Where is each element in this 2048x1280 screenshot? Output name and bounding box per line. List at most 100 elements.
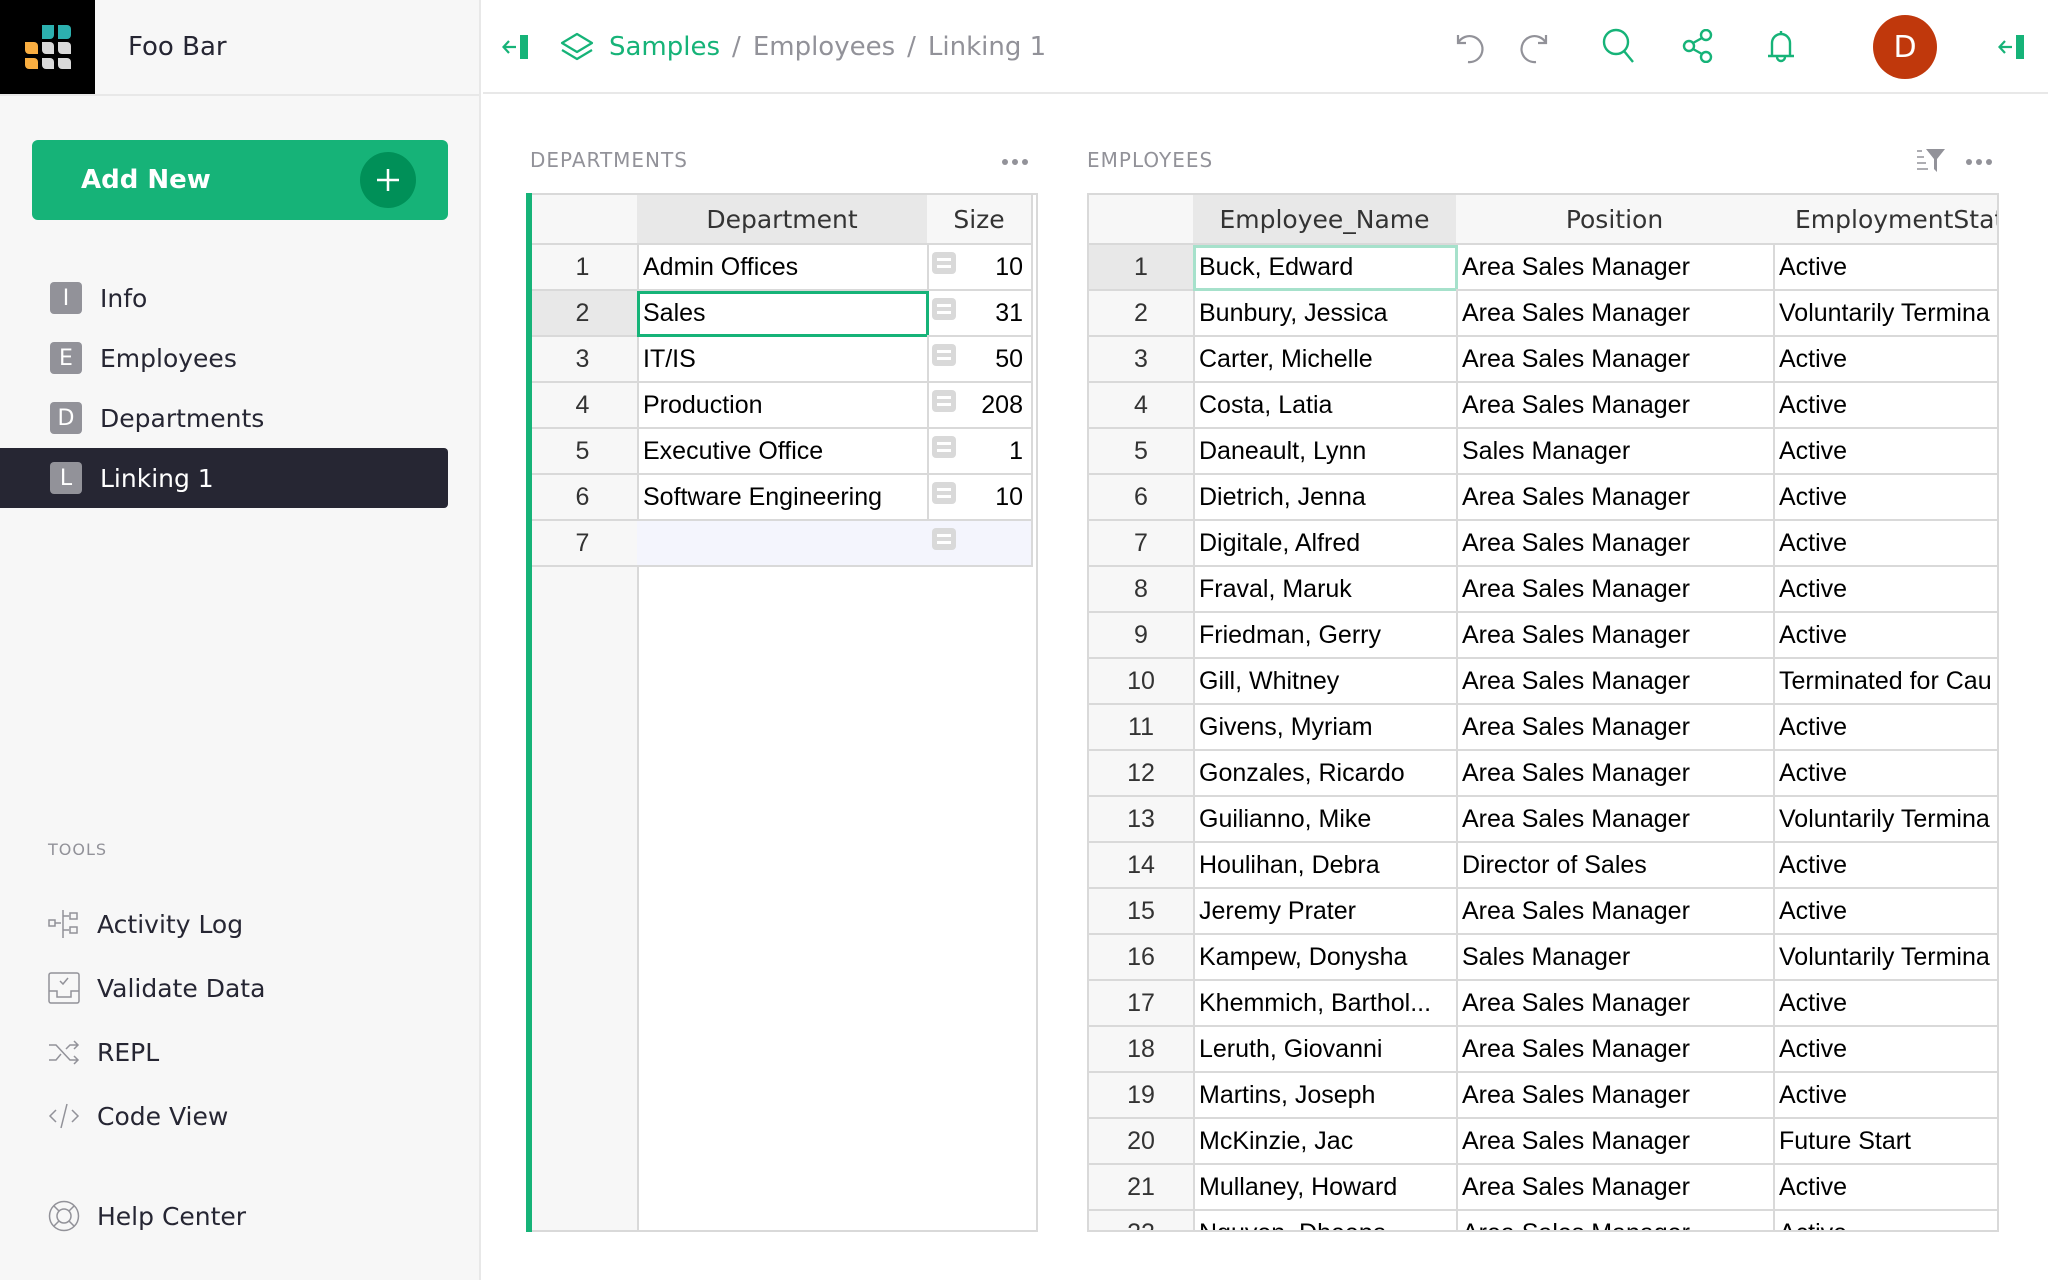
help-center-link[interactable]: Help Center — [48, 1196, 246, 1236]
home-logo[interactable] — [0, 0, 95, 94]
row-number[interactable]: 9 — [1089, 613, 1195, 659]
document-title[interactable]: Foo Bar — [128, 32, 227, 62]
row-number[interactable]: 14 — [1089, 843, 1195, 889]
cell-employee-name[interactable]: Digitale, Alfred — [1193, 521, 1458, 567]
cell-employee-name[interactable]: Daneault, Lynn — [1193, 429, 1458, 475]
row-number[interactable]: 2 — [528, 291, 639, 337]
page-item-info[interactable]: I Info — [0, 268, 448, 328]
cell-employment-status[interactable]: Active — [1773, 1073, 1997, 1119]
cell-employment-status[interactable]: Active — [1773, 889, 1997, 935]
collapse-left-panel-button[interactable] — [499, 30, 533, 64]
row-number[interactable]: 22 — [1089, 1211, 1195, 1230]
cell-employee-name[interactable]: Givens, Myriam — [1193, 705, 1458, 751]
row-number[interactable]: 1 — [1089, 245, 1195, 291]
page-item-linking-1[interactable]: L Linking 1 — [0, 448, 448, 508]
cell-department[interactable]: Executive Office — [637, 429, 929, 475]
tool-code-view[interactable]: Code View — [48, 1096, 228, 1136]
row-number[interactable]: 13 — [1089, 797, 1195, 843]
cell-employee-name[interactable]: Friedman, Gerry — [1193, 613, 1458, 659]
corner-header[interactable] — [528, 195, 639, 245]
cell-size[interactable]: 1 — [927, 429, 1033, 475]
row-number[interactable]: 8 — [1089, 567, 1195, 613]
cell-size[interactable]: 50 — [927, 337, 1033, 383]
cell-position[interactable]: Area Sales Manager — [1456, 659, 1775, 705]
cell-employment-status[interactable]: Active — [1773, 383, 1997, 429]
row-number[interactable]: 5 — [1089, 429, 1195, 475]
cell-position[interactable]: Sales Manager — [1456, 429, 1775, 475]
cell-position[interactable]: Area Sales Manager — [1456, 337, 1775, 383]
row-number[interactable]: 2 — [1089, 291, 1195, 337]
tool-repl[interactable]: REPL — [48, 1032, 159, 1072]
cell-position[interactable]: Area Sales Manager — [1456, 797, 1775, 843]
cell-employee-name[interactable]: Kampew, Donysha — [1193, 935, 1458, 981]
cell-position[interactable]: Area Sales Manager — [1456, 1119, 1775, 1165]
cell-employment-status[interactable]: Active — [1773, 475, 1997, 521]
row-number[interactable]: 7 — [1089, 521, 1195, 567]
cell-employment-status[interactable]: Active — [1773, 981, 1997, 1027]
cell-position[interactable]: Area Sales Manager — [1456, 1073, 1775, 1119]
breadcrumb-page[interactable]: Linking 1 — [928, 32, 1046, 62]
employees-menu-button[interactable] — [1966, 159, 1992, 165]
cell-employment-status[interactable]: Voluntarily Termina — [1773, 797, 1997, 843]
cell-position[interactable]: Area Sales Manager — [1456, 889, 1775, 935]
cell-department[interactable]: Production — [637, 383, 929, 429]
cell-employee-name[interactable]: McKinzie, Jac — [1193, 1119, 1458, 1165]
cell-employee-name[interactable]: Nguyen, Dheepa — [1193, 1211, 1458, 1230]
cell-employee-name[interactable]: Guilianno, Mike — [1193, 797, 1458, 843]
row-number[interactable]: 5 — [528, 429, 639, 475]
collapse-right-panel-button[interactable] — [1995, 30, 2029, 64]
cell-position[interactable]: Sales Manager — [1456, 935, 1775, 981]
cell-employment-status[interactable]: Future Start — [1773, 1119, 1997, 1165]
tool-activity-log[interactable]: Activity Log — [48, 904, 243, 944]
employees-section-title[interactable]: EMPLOYEES — [1087, 148, 1213, 172]
cell-employment-status[interactable]: Active — [1773, 521, 1997, 567]
notifications-button[interactable] — [1761, 26, 1801, 68]
cell-employee-name[interactable]: Khemmich, Barthol... — [1193, 981, 1458, 1027]
cell-position[interactable]: Area Sales Manager — [1456, 383, 1775, 429]
cell-department[interactable]: Admin Offices — [637, 245, 929, 291]
departments-grid[interactable]: Department Size 1 Admin Offices 10 2 Sales 31… — [526, 193, 1038, 1232]
row-number[interactable]: 3 — [528, 337, 639, 383]
cell-size[interactable]: 208 — [927, 383, 1033, 429]
add-new-button[interactable]: Add New — [32, 140, 448, 220]
row-number[interactable]: 10 — [1089, 659, 1195, 705]
row-number[interactable]: 1 — [528, 245, 639, 291]
column-header-size[interactable]: Size — [927, 195, 1033, 245]
cell-employee-name[interactable]: Mullaney, Howard — [1193, 1165, 1458, 1211]
departments-menu-button[interactable] — [1002, 159, 1028, 165]
cell-employment-status[interactable]: Active — [1773, 843, 1997, 889]
cell-position[interactable]: Area Sales Manager — [1456, 981, 1775, 1027]
undo-button[interactable] — [1450, 28, 1490, 68]
user-avatar[interactable]: D — [1873, 15, 1937, 79]
cell-employment-status[interactable]: Active — [1773, 567, 1997, 613]
row-number[interactable]: 4 — [528, 383, 639, 429]
cell-department[interactable]: Software Engineering — [637, 475, 929, 521]
row-number[interactable]: 19 — [1089, 1073, 1195, 1119]
cell-position[interactable]: Area Sales Manager — [1456, 567, 1775, 613]
cell-position[interactable]: Area Sales Manager — [1456, 1165, 1775, 1211]
cell-employee-name[interactable]: Martins, Joseph — [1193, 1073, 1458, 1119]
cell-position[interactable]: Area Sales Manager — [1456, 751, 1775, 797]
cell-employee-name[interactable]: Gill, Whitney — [1193, 659, 1458, 705]
column-header-department[interactable]: Department — [637, 195, 929, 245]
tool-validate-data[interactable]: Validate Data — [48, 968, 265, 1008]
cell-employee-name[interactable]: Gonzales, Ricardo — [1193, 751, 1458, 797]
page-item-employees[interactable]: E Employees — [0, 328, 448, 388]
cell-position[interactable]: Area Sales Manager — [1456, 1211, 1775, 1230]
cell-employment-status[interactable]: Active — [1773, 751, 1997, 797]
page-item-departments[interactable]: D Departments — [0, 388, 448, 448]
cell-employee-name[interactable]: Carter, Michelle — [1193, 337, 1458, 383]
row-number[interactable]: 16 — [1089, 935, 1195, 981]
cell-employment-status[interactable]: Active — [1773, 429, 1997, 475]
cell-position[interactable]: Area Sales Manager — [1456, 245, 1775, 291]
row-number[interactable]: 12 — [1089, 751, 1195, 797]
cell-department[interactable]: IT/IS — [637, 337, 929, 383]
column-header-employment-status[interactable]: EmploymentStat — [1773, 195, 1997, 245]
cell-employee-name[interactable]: Buck, Edward — [1193, 245, 1458, 291]
cell-employee-name[interactable]: Leruth, Giovanni — [1193, 1027, 1458, 1073]
cell-employment-status[interactable]: Active — [1773, 245, 1997, 291]
cell-employment-status[interactable]: Active — [1773, 1165, 1997, 1211]
row-number[interactable]: 4 — [1089, 383, 1195, 429]
cell-position[interactable]: Area Sales Manager — [1456, 521, 1775, 567]
cell-employment-status[interactable]: Active — [1773, 613, 1997, 659]
